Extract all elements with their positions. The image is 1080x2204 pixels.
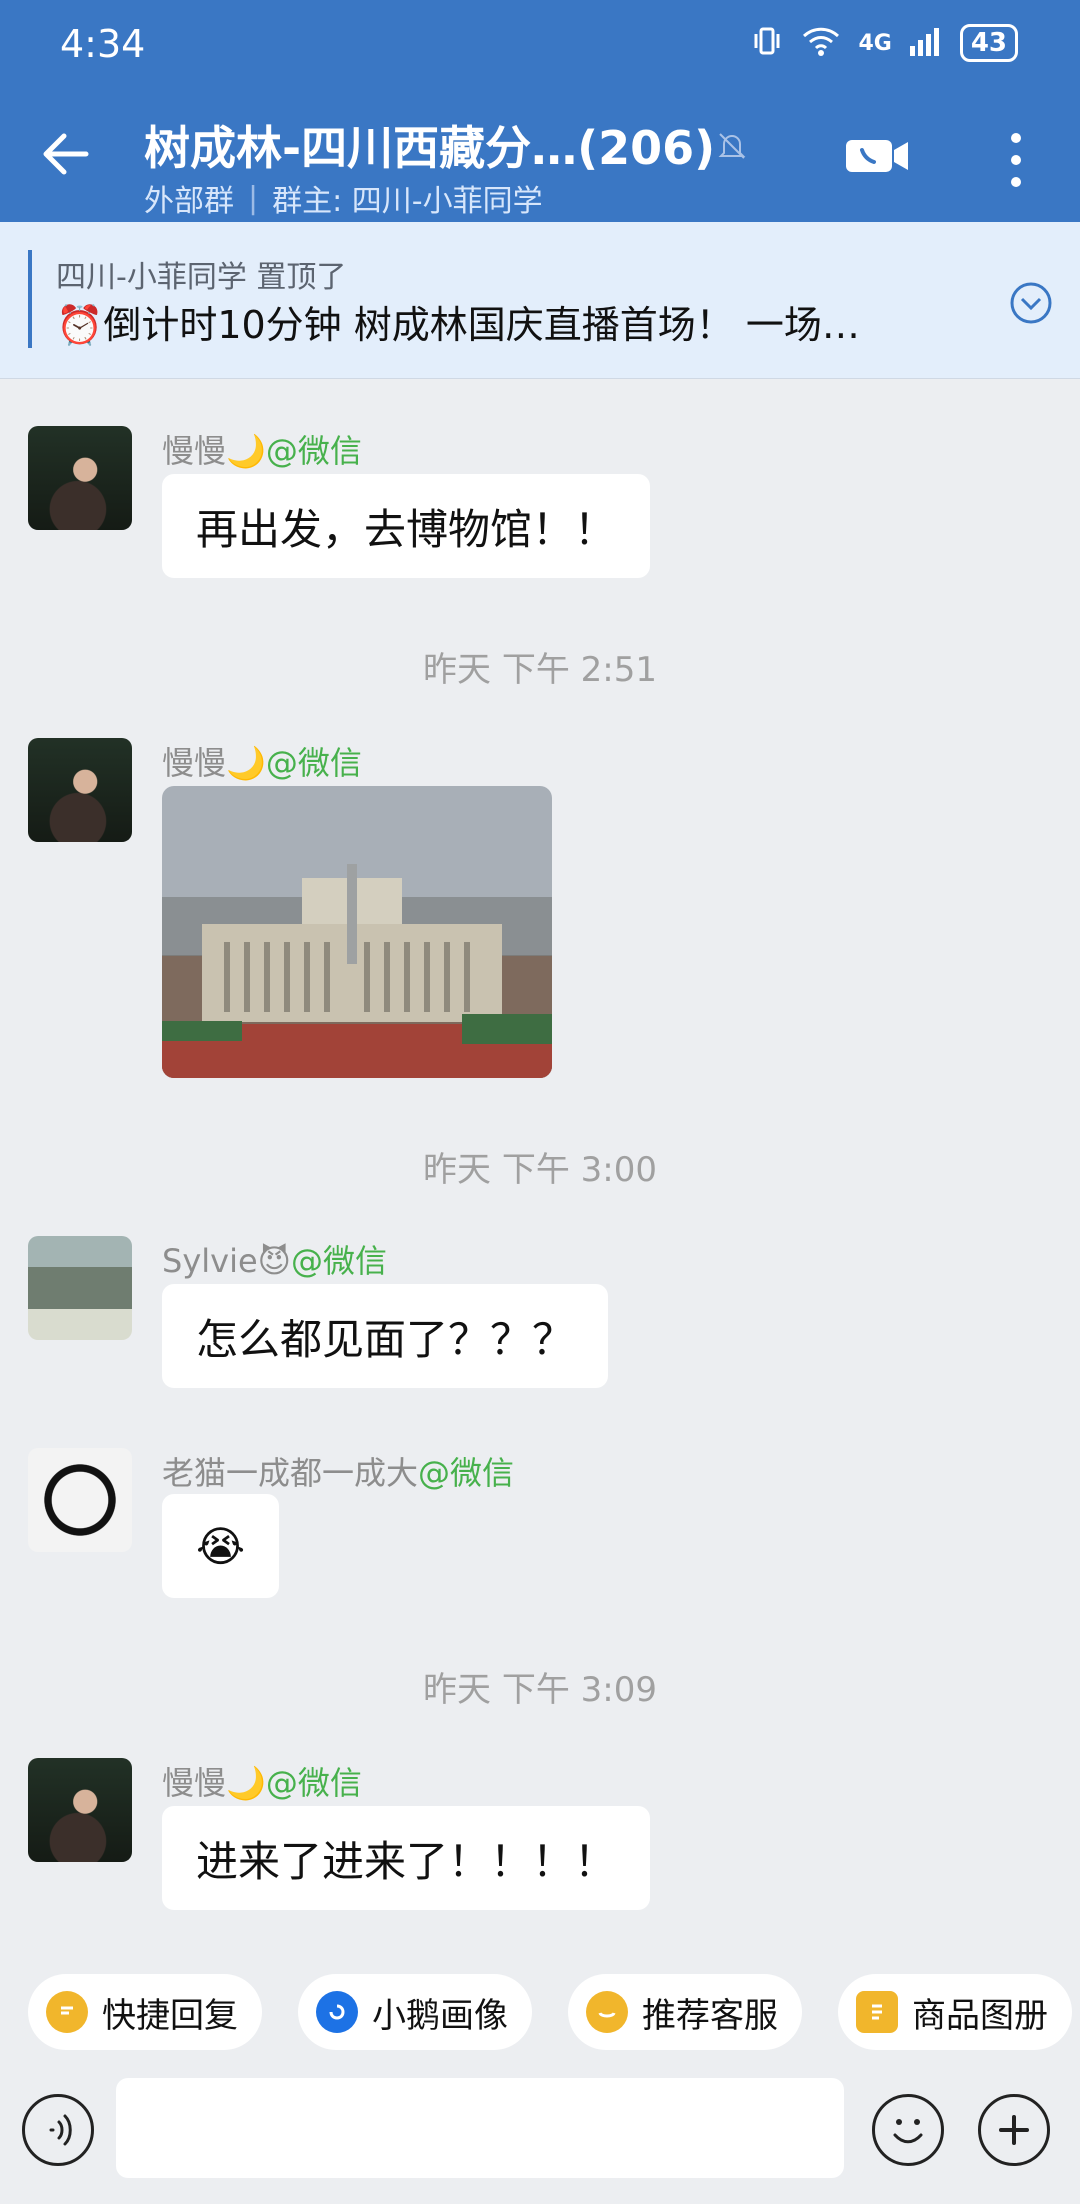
reply-chip-icon [46,1991,88,2033]
avatar[interactable] [28,426,132,530]
avatar[interactable] [28,738,132,842]
timestamp: 昨天 下午 2:51 [423,650,657,690]
message-sender: 慢慢🌙@微信 [162,1758,362,1804]
message-input-bar [0,2058,1080,2204]
message-sender: 老猫一成都一成大@微信 [162,1448,514,1494]
timestamp: 昨天 下午 3:00 [423,1150,657,1190]
catalog-chip-icon [856,1991,898,2033]
pinned-meta: 四川-小菲同学 置顶了 [56,260,347,295]
quick-action-label: 小鹅画像 [372,1995,508,2036]
quick-action-chip[interactable]: 快捷回复 [28,1974,262,2050]
sender-channel: @微信 [265,432,362,470]
message-sender: 慢慢🌙@微信 [162,426,362,472]
quick-action-chip[interactable]: 推荐客服 [568,1974,802,2050]
message-text: 进来了进来了！！！！ [196,1836,617,1886]
status-time: 4:34 [60,22,146,66]
message-bubble[interactable]: 进来了进来了！！！！ [162,1806,651,1910]
goose-chip-icon [316,1991,358,2033]
sender-channel: @微信 [291,1242,388,1280]
quick-action-chip[interactable]: 小鹅画像 [298,1974,532,2050]
sender-name: 慢慢🌙 [162,1764,266,1802]
message-text: 怎么都见面了？？？ [196,1314,575,1364]
sender-name: Sylvie😈 [162,1242,292,1280]
timestamp: 昨天 下午 3:09 [423,1670,657,1710]
battery-indicator: 43 [959,24,1018,62]
sender-channel: @微信 [418,1454,515,1492]
sender-channel: @微信 [265,744,362,782]
mute-bell-icon [718,133,746,159]
status-icons: 4G 43 [750,24,1018,62]
wifi-icon [800,24,842,62]
quick-action-label: 推荐客服 [642,1995,778,2036]
chat-title[interactable]: 树成林-四川西藏分…(206) [144,112,715,178]
sender-name: 慢慢🌙 [162,432,266,470]
chat-subtitle: 外部群 | 群主: 四川-小菲同学 [144,176,543,220]
quick-actions-bar: 快捷回复 小鹅画像 推荐客服 商品图册 [0,1946,1080,2058]
top-app-bar: 4:34 4G 43 树成林-四川西藏分…(206) 外部群 | 群主: 四川-… [0,0,1080,222]
message-bubble[interactable]: 😭 [162,1494,280,1598]
voice-icon [49,2114,72,2146]
avatar[interactable] [28,1448,132,1552]
message-text: 😭 [196,1521,246,1571]
quick-action-label: 商品图册 [912,1995,1048,2036]
message-text-input[interactable] [116,2078,844,2178]
plus-icon [999,2115,1029,2145]
pin-accent-line [28,250,32,348]
service-chip-icon [586,1991,628,2033]
back-arrow-icon[interactable] [38,126,94,182]
message-bubble[interactable]: 再出发，去博物馆！！ [162,474,651,578]
message-text: 再出发，去博物馆！！ [196,504,617,554]
voice-input-button[interactable] [22,2094,94,2166]
message-sender: 慢慢🌙@微信 [162,738,362,784]
quick-action-label: 快捷回复 [102,1995,238,2036]
pinned-text: ⏰倒计时10分钟 树成林国庆直播首场！ 一场… [56,303,860,347]
expand-pinned-icon[interactable] [1008,280,1054,326]
more-options-icon[interactable] [1004,128,1028,192]
message-sender: Sylvie😈@微信 [162,1236,387,1282]
network-label: 4G [858,30,892,56]
group-owner-label: 群主: 四川-小菲同学 [272,184,543,219]
avatar[interactable] [28,1758,132,1862]
more-actions-button[interactable] [978,2094,1050,2166]
group-type-label: 外部群 [144,184,234,219]
vibrate-icon [750,24,784,62]
sender-channel: @微信 [265,1764,362,1802]
video-call-icon[interactable] [844,136,912,176]
message-bubble[interactable]: 怎么都见面了？？？ [162,1284,609,1388]
museum-photo-icon [162,864,552,1078]
emoji-button[interactable] [872,2094,944,2166]
image-message[interactable] [162,786,552,1078]
pinned-message-bar[interactable]: 四川-小菲同学 置顶了 ⏰倒计时10分钟 树成林国庆直播首场！ 一场… [0,222,1080,379]
quick-action-chip[interactable]: 商品图册 [838,1974,1072,2050]
avatar[interactable] [28,1236,132,1340]
sender-name: 慢慢🌙 [162,744,266,782]
emoji-icon [893,2119,923,2144]
subtitle-divider: | [248,180,259,216]
signal-icon [908,24,944,62]
sender-name: 老猫一成都一成大 [162,1454,419,1492]
